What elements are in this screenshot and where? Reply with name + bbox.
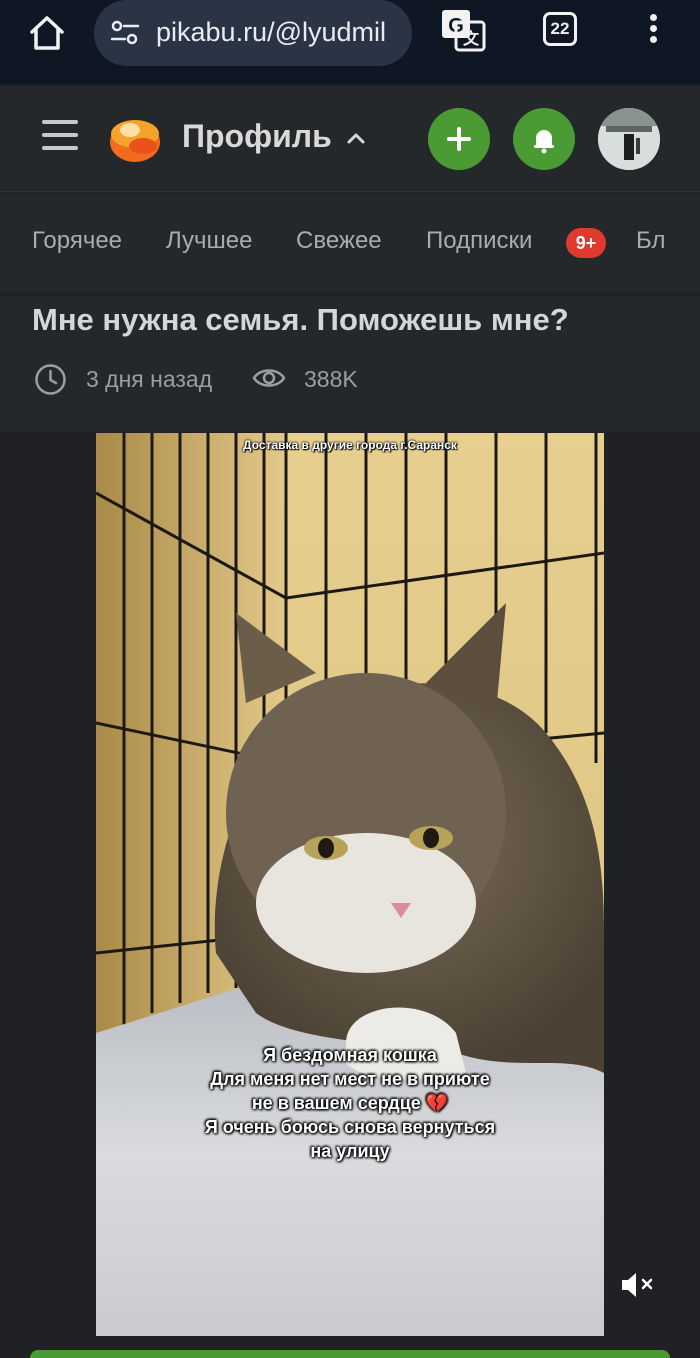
- cat-in-cage-image: [96, 433, 604, 1336]
- video-player[interactable]: Доставка в другие города г.Саранск Я без…: [0, 433, 700, 1339]
- add-post-button[interactable]: [428, 108, 490, 170]
- site-settings-icon[interactable]: [110, 18, 140, 48]
- tab-fresh[interactable]: Свежее: [296, 227, 382, 255]
- video-caption-line: Я бездомная кошка: [263, 1045, 437, 1065]
- page-title[interactable]: Профиль: [182, 118, 332, 155]
- menu-icon[interactable]: [42, 120, 78, 156]
- video-top-caption: Доставка в другие города г.Саранск: [243, 438, 457, 452]
- pikabu-logo[interactable]: [108, 112, 162, 164]
- muted-speaker-icon[interactable]: [620, 1270, 656, 1300]
- video-caption-line: Я очень боюсь снова вернуться: [204, 1117, 496, 1137]
- post-title[interactable]: Мне нужна семья. Поможешь мне?: [32, 302, 569, 338]
- browser-toolbar: pikabu.ru/@lyudmil G 文 22: [0, 0, 700, 84]
- more-vert-icon[interactable]: [640, 10, 666, 50]
- bell-icon: [534, 130, 554, 154]
- site-header: Профиль: [0, 86, 700, 192]
- video-frame[interactable]: Доставка в другие города г.Саранск Я без…: [96, 433, 604, 1336]
- address-bar[interactable]: pikabu.ru/@lyudmil: [94, 0, 412, 66]
- feed-tabs: Горячее Лучшее Свежее Подписки 9+ Бл: [0, 193, 700, 293]
- tabs-icon[interactable]: 22: [543, 12, 577, 46]
- notifications-button[interactable]: [513, 108, 575, 170]
- svg-text:文: 文: [463, 29, 480, 48]
- post-header: Мне нужна семья. Поможешь мне? 3 дня наз…: [0, 296, 700, 432]
- clock-icon: [34, 363, 67, 396]
- post-views: 388K: [304, 366, 358, 392]
- avatar[interactable]: [598, 108, 660, 170]
- translate-icon[interactable]: G 文: [440, 8, 486, 52]
- tab-blogs[interactable]: Бл: [636, 227, 665, 255]
- bottom-action-bar[interactable]: [30, 1350, 670, 1358]
- video-caption-line: Для меня нет мест не в приюте: [210, 1069, 490, 1089]
- tab-hot[interactable]: Горячее: [32, 227, 122, 255]
- video-caption: Я бездомная кошка Для меня нет мест не в…: [96, 1043, 604, 1163]
- tab-subscriptions[interactable]: Подписки: [426, 227, 532, 255]
- subscriptions-badge: 9+: [566, 228, 606, 258]
- home-icon[interactable]: [26, 12, 68, 54]
- video-caption-line: на улицу: [310, 1141, 390, 1161]
- eye-icon: [252, 366, 286, 390]
- post-time: 3 дня назад: [86, 366, 213, 392]
- url-text[interactable]: pikabu.ru/@lyudmil: [156, 17, 402, 48]
- chevron-up-icon[interactable]: [346, 130, 366, 146]
- tab-best[interactable]: Лучшее: [166, 227, 252, 255]
- video-caption-line: не в вашем сердце 💔: [251, 1093, 449, 1113]
